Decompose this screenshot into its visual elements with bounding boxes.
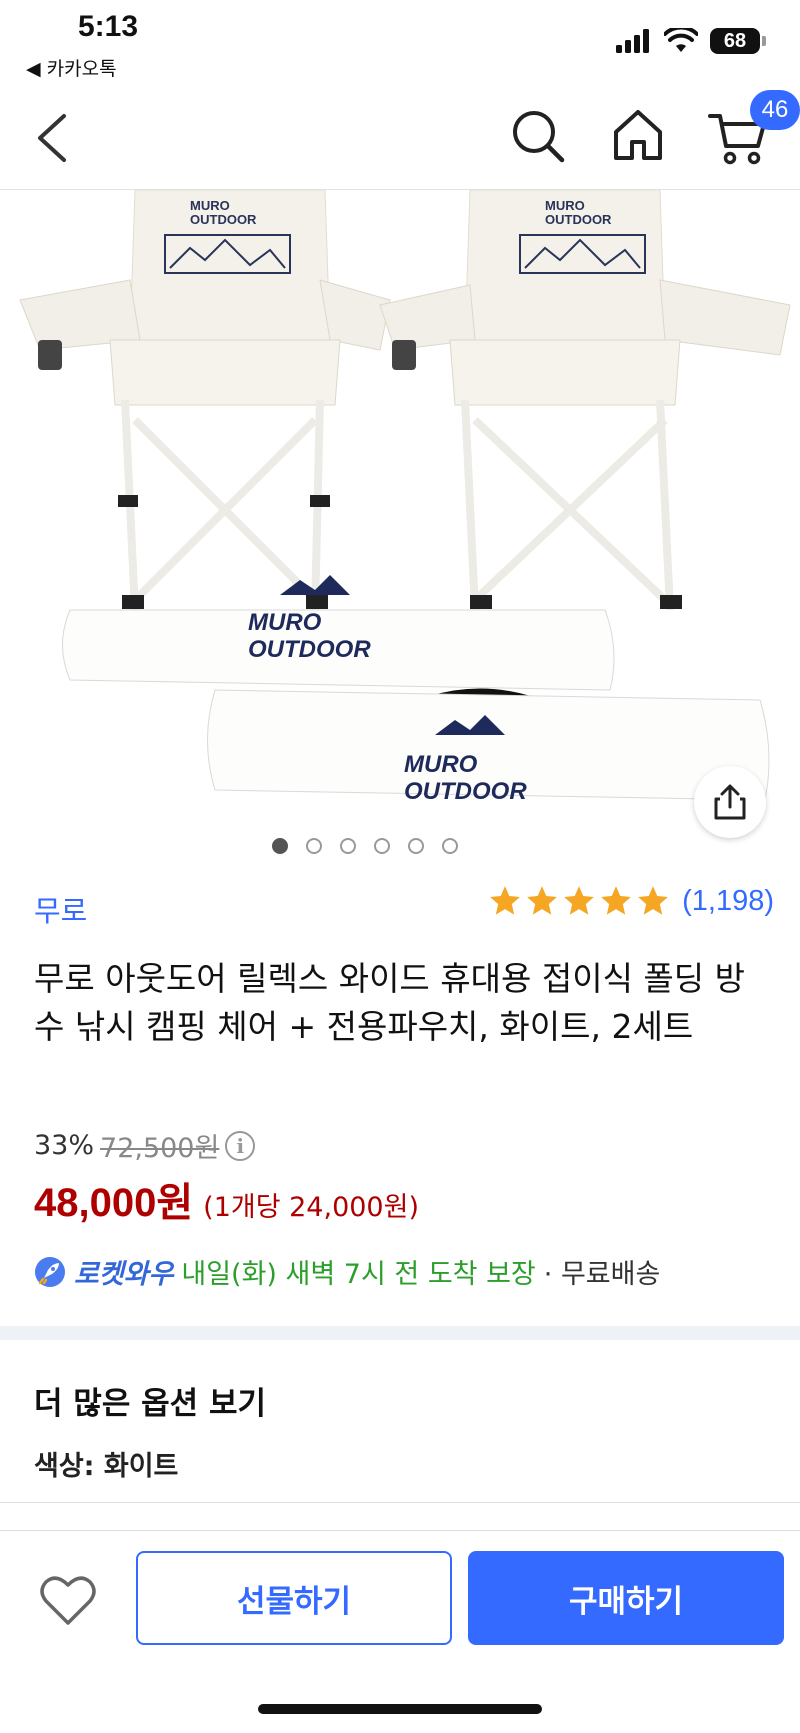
rating-count[interactable]: (1,198) xyxy=(682,885,774,918)
sale-price: 48,000원 xyxy=(34,1181,194,1225)
carousel-indicator xyxy=(0,838,800,854)
pouch-logo-text: MURO xyxy=(404,751,478,778)
chair-logo-text: MURO xyxy=(190,198,230,213)
chair-logo-text: MURO xyxy=(545,198,585,213)
status-bar: 5:13 ◀ 카카오톡 68 xyxy=(0,0,800,84)
pouch-logo-text: OUTDOOR xyxy=(248,636,371,663)
carousel-dot[interactable] xyxy=(340,838,356,854)
star-icon xyxy=(527,886,557,915)
original-price: 72,500원 xyxy=(100,1133,220,1164)
carousel-dot[interactable] xyxy=(442,838,458,854)
status-time: 5:13 xyxy=(78,10,139,43)
wifi-icon xyxy=(664,28,698,52)
share-button[interactable] xyxy=(694,766,766,838)
bottom-action-bar: 선물하기 구매하기 xyxy=(0,1530,800,1650)
star-rating xyxy=(488,884,670,918)
rocket-wow-label: 로켓와우 xyxy=(74,1259,174,1290)
discount-rate: 33% xyxy=(34,1130,95,1161)
carousel-dot[interactable] xyxy=(306,838,322,854)
free-shipping: · 무료배송 xyxy=(543,1259,661,1290)
rating-summary[interactable]: (1,198) xyxy=(488,884,774,918)
carousel-dot[interactable] xyxy=(374,838,390,854)
divider xyxy=(0,1502,800,1503)
brand-link[interactable]: 무로 xyxy=(34,888,87,930)
star-icon xyxy=(490,886,520,915)
back-arrow-icon[interactable] xyxy=(30,108,80,168)
battery-icon: 68 xyxy=(710,28,766,54)
status-icons: 68 xyxy=(616,28,766,54)
product-photo-illustration: MURO OUTDOOR MURO OUTDOOR MURO OUTDOOR M… xyxy=(0,190,800,870)
home-icon[interactable] xyxy=(608,106,668,166)
pouch-illustration-bottom: MURO OUTDOOR xyxy=(207,688,770,805)
unit-price: (1개당 24,000원) xyxy=(203,1192,419,1223)
star-icon xyxy=(638,886,668,915)
buy-button[interactable]: 구매하기 xyxy=(468,1551,784,1645)
price-row: 48,000원 (1개당 24,000원) xyxy=(34,1170,419,1228)
product-title: 무로 아웃도어 릴렉스 와이드 휴대용 접이식 폴딩 방수 낚시 캠핑 체어 +… xyxy=(34,959,745,1046)
share-icon xyxy=(714,784,746,820)
search-icon[interactable] xyxy=(508,106,568,166)
pouch-logo-text: MURO xyxy=(248,609,322,636)
back-to-app-link[interactable]: ◀ 카카오톡 xyxy=(26,54,117,81)
pouch-logo-text: OUTDOOR xyxy=(404,778,527,805)
info-icon[interactable]: i xyxy=(225,1130,256,1161)
rocket-icon xyxy=(35,1256,65,1287)
selected-color[interactable]: 색상: 화이트 xyxy=(34,1444,178,1483)
carousel-dot[interactable] xyxy=(272,838,288,854)
cellular-signal-icon xyxy=(616,29,649,53)
chair-logo-text: OUTDOOR xyxy=(190,212,257,227)
gift-button[interactable]: 선물하기 xyxy=(136,1551,452,1645)
star-icon xyxy=(564,886,594,915)
home-indicator[interactable] xyxy=(258,1704,542,1714)
heart-icon[interactable] xyxy=(38,1573,98,1629)
carousel-dot[interactable] xyxy=(408,838,424,854)
product-image[interactable]: MURO OUTDOOR MURO OUTDOOR MURO OUTDOOR M… xyxy=(0,190,800,870)
star-icon xyxy=(601,886,631,915)
arrival-guarantee: 내일(화) 새벽 7시 전 도착 보장 xyxy=(181,1259,536,1290)
section-divider xyxy=(0,1326,800,1340)
more-options-title[interactable]: 더 많은 옵션 보기 xyxy=(34,1378,266,1423)
nav-bar: 46 xyxy=(0,90,800,190)
chair-logo-text: OUTDOOR xyxy=(545,212,612,227)
cart-count-badge: 46 xyxy=(750,90,800,130)
discount-row: 33% 72,500원 i xyxy=(34,1126,256,1165)
delivery-info: 로켓와우 내일(화) 새벽 7시 전 도착 보장 · 무료배송 xyxy=(34,1252,660,1291)
